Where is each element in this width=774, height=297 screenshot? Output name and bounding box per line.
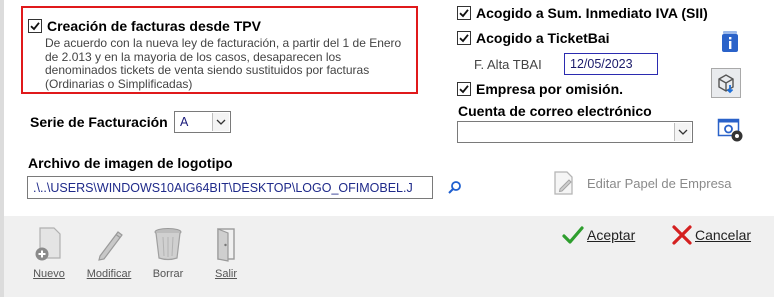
cube-download-icon: [718, 74, 734, 94]
tpv-checkbox[interactable]: [28, 19, 42, 33]
pencil-icon: [98, 231, 123, 261]
empresa-omision-checkbox-row[interactable]: Empresa por omisión.: [457, 81, 623, 97]
info-icon: [722, 31, 738, 52]
new-document-icon: [35, 227, 61, 261]
check-icon: [30, 22, 40, 31]
cancelar-label: Cancelar: [695, 227, 752, 243]
chevron-down-icon: [678, 129, 688, 135]
tpv-description: De acuerdo con la nueva ley de facturaci…: [45, 36, 402, 91]
logo-browse-button[interactable]: [446, 180, 464, 196]
trash-icon: [154, 228, 182, 261]
tpv-checkbox-row[interactable]: Creación de facturas desde TPV: [28, 18, 261, 34]
logo-label: Archivo de imagen de logotipo: [28, 155, 233, 171]
email-dropdown-button[interactable]: [674, 123, 691, 141]
aceptar-button[interactable]: Aceptar: [562, 224, 635, 246]
edit-paper-label: Editar Papel de Empresa: [587, 175, 732, 191]
exit-door-icon: [217, 228, 235, 262]
checkmark-icon: [562, 226, 584, 244]
cross-icon: [672, 225, 692, 245]
window-left-border: [0, 0, 4, 297]
serie-select[interactable]: A: [174, 111, 231, 133]
ticketbai-checkbox[interactable]: [457, 31, 471, 45]
edit-paper-button[interactable]: Editar Papel de Empresa: [551, 170, 732, 196]
info-button[interactable]: [719, 30, 741, 54]
tbai-date-value: 12/05/2023: [570, 57, 633, 71]
logo-path-input[interactable]: .\..\USERS\WINDOWS10AIG64BIT\DESKTOP\LOG…: [27, 176, 433, 199]
tpv-label: Creación de facturas desde TPV: [47, 18, 261, 34]
check-icon: [459, 9, 469, 18]
chevron-down-icon: [216, 119, 226, 125]
cube-download-button[interactable]: [711, 68, 741, 98]
settings-button[interactable]: [717, 117, 745, 143]
modificar-button[interactable]: Modificar: [86, 226, 132, 280]
edit-document-icon: [554, 171, 573, 195]
ticketbai-label: Acogido a TicketBai: [476, 30, 610, 46]
borrar-button[interactable]: Borrar: [145, 226, 191, 280]
serie-dropdown-button[interactable]: [212, 113, 229, 131]
aceptar-label: Aceptar: [587, 227, 636, 243]
tbai-date-label: F. Alta TBAI: [474, 57, 542, 72]
check-icon: [459, 34, 469, 43]
cancelar-button[interactable]: Cancelar: [671, 224, 751, 246]
ticketbai-checkbox-row[interactable]: Acogido a TicketBai: [457, 30, 610, 46]
tbai-date-input[interactable]: 12/05/2023: [564, 53, 658, 75]
nuevo-label: Nuevo: [33, 268, 65, 280]
nuevo-button[interactable]: Nuevo: [26, 226, 72, 280]
empresa-omision-checkbox[interactable]: [457, 82, 471, 96]
borrar-label: Borrar: [152, 268, 184, 280]
serie-label: Serie de Facturación: [30, 114, 168, 130]
sii-checkbox[interactable]: [457, 6, 471, 20]
empresa-omision-label: Empresa por omisión.: [476, 81, 624, 97]
email-label: Cuenta de correo electrónico: [458, 103, 652, 119]
salir-button[interactable]: Salir: [203, 226, 249, 280]
email-select[interactable]: [457, 121, 693, 143]
sii-checkbox-row[interactable]: Acogido a Sum. Inmediato IVA (SII): [457, 5, 708, 21]
modificar-label: Modificar: [86, 268, 132, 280]
magnifier-icon: [448, 181, 461, 194]
salir-label: Salir: [214, 268, 237, 280]
serie-value: A: [180, 115, 189, 129]
logo-path-value: .\..\USERS\WINDOWS10AIG64BIT\DESKTOP\LOG…: [33, 181, 413, 195]
sii-label: Acogido a Sum. Inmediato IVA (SII): [476, 5, 708, 21]
check-icon: [459, 85, 469, 94]
settings-gear-icon: [717, 118, 743, 142]
